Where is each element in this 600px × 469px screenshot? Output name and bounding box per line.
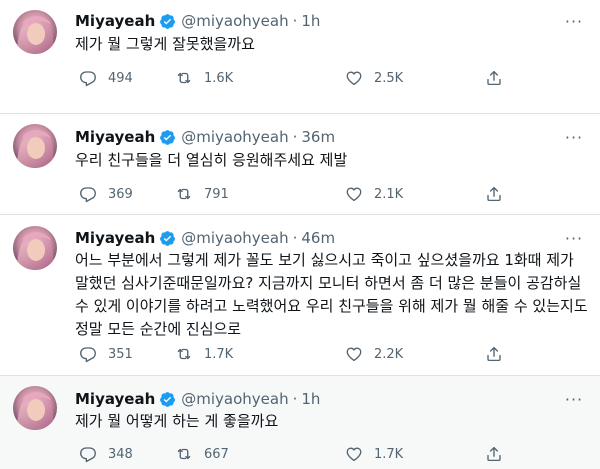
avatar[interactable] bbox=[13, 124, 57, 168]
tweet-text: 어느 부분에서 그렇게 제가 꼴도 보기 싫으시고 죽이고 싶으셨을까요 1화때… bbox=[75, 251, 588, 338]
handle[interactable]: @miyaohyeah bbox=[181, 229, 288, 247]
avatar[interactable] bbox=[13, 226, 57, 270]
reply-count: 494 bbox=[108, 70, 133, 86]
retweet-count: 667 bbox=[204, 446, 229, 462]
reply-button[interactable]: 369 bbox=[79, 184, 133, 204]
tweet-header: Miyayeah @miyaohyeah · 46m bbox=[75, 227, 335, 249]
reply-icon bbox=[80, 347, 96, 363]
display-name[interactable]: Miyayeah bbox=[75, 229, 155, 247]
reply-button[interactable]: 348 bbox=[79, 444, 133, 464]
tweet-actions: 369 791 2.1K bbox=[75, 184, 515, 204]
separator-dot: · bbox=[292, 12, 298, 30]
like-count: 2.1K bbox=[374, 186, 404, 202]
tweet-header: Miyayeah @miyaohyeah · 1h bbox=[75, 10, 320, 32]
like-icon bbox=[346, 447, 362, 462]
avatar-image bbox=[13, 226, 57, 270]
avatar[interactable] bbox=[13, 10, 57, 54]
reply-icon bbox=[80, 71, 96, 87]
timestamp[interactable]: 46m bbox=[301, 229, 335, 247]
retweet-count: 1.7K bbox=[204, 346, 234, 362]
like-button[interactable]: 1.7K bbox=[345, 444, 403, 464]
more-options-icon[interactable]: ··· bbox=[562, 127, 586, 147]
separator-dot: · bbox=[292, 229, 298, 247]
retweet-icon bbox=[177, 72, 191, 84]
avatar-image bbox=[13, 124, 57, 168]
reply-count: 348 bbox=[108, 446, 133, 462]
avatar-image bbox=[13, 10, 57, 54]
retweet-icon bbox=[177, 188, 191, 200]
retweet-button[interactable]: 1.6K bbox=[175, 68, 233, 88]
retweet-icon bbox=[177, 348, 191, 360]
share-button[interactable] bbox=[485, 444, 514, 464]
reply-icon bbox=[80, 447, 96, 463]
retweet-count: 791 bbox=[204, 186, 229, 202]
avatar[interactable] bbox=[13, 386, 57, 430]
share-icon bbox=[487, 446, 501, 462]
retweet-button[interactable]: 667 bbox=[175, 444, 229, 464]
display-name[interactable]: Miyayeah bbox=[75, 128, 155, 146]
like-button[interactable]: 2.1K bbox=[345, 184, 403, 204]
like-button[interactable]: 2.5K bbox=[345, 68, 403, 88]
more-options-icon[interactable]: ··· bbox=[562, 389, 586, 409]
more-options-icon[interactable]: ··· bbox=[562, 228, 586, 248]
tweet-2[interactable]: Miyayeah @miyaohyeah · 36m ··· 우리 친구들을 더… bbox=[0, 114, 600, 214]
tweet-actions: 351 1.7K 2.2K bbox=[75, 344, 515, 364]
handle[interactable]: @miyaohyeah bbox=[181, 390, 288, 408]
timestamp[interactable]: 1h bbox=[301, 390, 320, 408]
display-name[interactable]: Miyayeah bbox=[75, 390, 155, 408]
tweet-3[interactable]: Miyayeah @miyaohyeah · 46m ··· 어느 부분에서 그… bbox=[0, 215, 600, 375]
display-name[interactable]: Miyayeah bbox=[75, 12, 155, 30]
timestamp[interactable]: 36m bbox=[301, 128, 335, 146]
reply-count: 369 bbox=[108, 186, 133, 202]
retweet-count: 1.6K bbox=[204, 70, 234, 86]
tweet-header: Miyayeah @miyaohyeah · 36m bbox=[75, 126, 335, 148]
like-icon bbox=[346, 347, 362, 362]
tweet-4[interactable]: Miyayeah @miyaohyeah · 1h ··· 제가 뭘 어떻게 하… bbox=[0, 376, 600, 469]
tweet-actions: 348 667 1.7K bbox=[75, 444, 515, 464]
tweet-1[interactable]: Miyayeah @miyaohyeah · 1h ··· 제가 뭘 그렇게 잘… bbox=[0, 0, 600, 113]
tweet-header: Miyayeah @miyaohyeah · 1h bbox=[75, 388, 320, 410]
reply-icon bbox=[80, 187, 96, 203]
tweet-text: 제가 뭘 그렇게 잘못했을까요 bbox=[75, 35, 255, 53]
share-button[interactable] bbox=[485, 68, 514, 88]
like-icon bbox=[346, 71, 362, 86]
separator-dot: · bbox=[292, 128, 298, 146]
share-button[interactable] bbox=[485, 184, 514, 204]
verified-badge-icon bbox=[160, 391, 176, 407]
like-button[interactable]: 2.2K bbox=[345, 344, 403, 364]
separator-dot: · bbox=[292, 390, 298, 408]
share-button[interactable] bbox=[485, 344, 514, 364]
retweet-icon bbox=[177, 448, 191, 460]
retweet-button[interactable]: 791 bbox=[175, 184, 229, 204]
like-count: 2.5K bbox=[374, 70, 404, 86]
retweet-button[interactable]: 1.7K bbox=[175, 344, 233, 364]
verified-badge-icon bbox=[160, 129, 176, 145]
handle[interactable]: @miyaohyeah bbox=[181, 12, 288, 30]
timestamp[interactable]: 1h bbox=[301, 12, 320, 30]
like-count: 2.2K bbox=[374, 346, 404, 362]
like-count: 1.7K bbox=[374, 446, 404, 462]
reply-count: 351 bbox=[108, 346, 133, 362]
tweet-text: 제가 뭘 어떻게 하는 게 좋을까요 bbox=[75, 412, 279, 430]
share-icon bbox=[487, 70, 501, 86]
more-options-icon[interactable]: ··· bbox=[562, 11, 586, 31]
tweet-actions: 494 1.6K 2.5K bbox=[75, 68, 515, 88]
tweet-text: 우리 친구들을 더 열심히 응원해주세요 제발 bbox=[75, 151, 348, 169]
verified-badge-icon bbox=[160, 230, 176, 246]
share-icon bbox=[487, 346, 501, 362]
like-icon bbox=[346, 187, 362, 202]
handle[interactable]: @miyaohyeah bbox=[181, 128, 288, 146]
reply-button[interactable]: 351 bbox=[79, 344, 133, 364]
reply-button[interactable]: 494 bbox=[79, 68, 133, 88]
share-icon bbox=[487, 186, 501, 202]
avatar-image bbox=[13, 386, 57, 430]
verified-badge-icon bbox=[160, 13, 176, 29]
